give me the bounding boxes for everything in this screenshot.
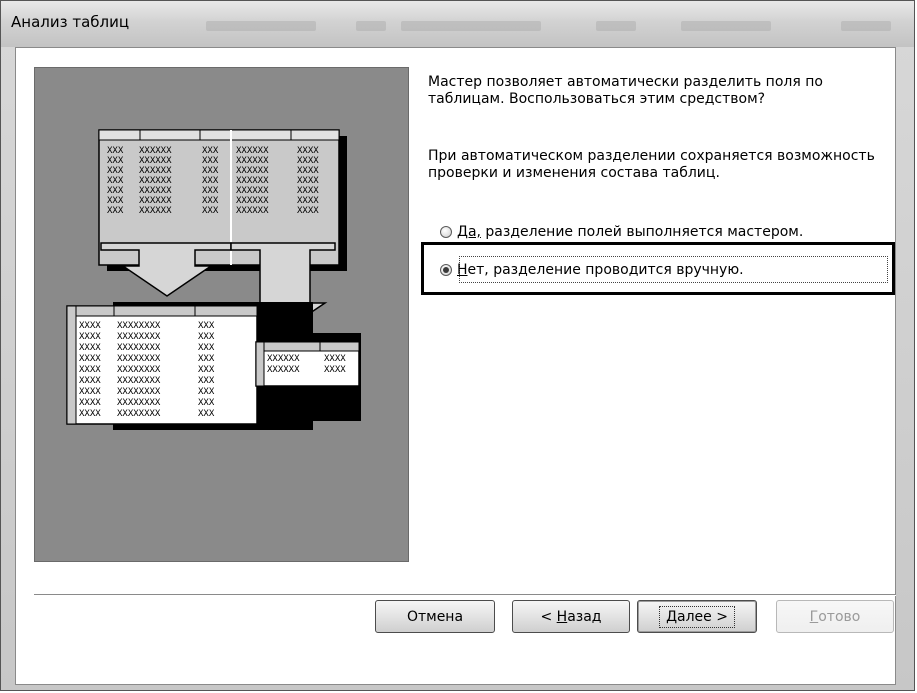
table-cell-text: XXXXXX xyxy=(236,176,269,186)
radio-option-label: Нет, разделение проводится вручную. xyxy=(457,262,744,278)
table-cell-text: XXXX xyxy=(297,206,319,216)
table-cell-text: XXXXXX xyxy=(267,365,300,375)
table-cell-text: XXXXXX xyxy=(139,196,172,206)
table-cell-text: XXX xyxy=(202,196,219,206)
button-separator xyxy=(34,594,896,596)
table-cell-text: XXXX xyxy=(79,354,101,364)
table-cell-text: XXXXXX xyxy=(236,156,269,166)
back-button[interactable]: < Назад xyxy=(512,600,630,633)
table-cell-text: XXXXXX xyxy=(139,186,172,196)
table-cell-text: XXXXXXXX xyxy=(117,387,161,397)
illustration-panel: XXX XXXXXX XXX XXXXXX XXXX XXX XXXXXX XXX XXXXXX… xyxy=(34,67,409,562)
table-cell-text: XXX xyxy=(202,186,219,196)
table-cell-text: XXX xyxy=(107,186,124,196)
table-cell-text: XXXX xyxy=(324,365,346,375)
table-cell-text: XXXX xyxy=(79,387,101,397)
table-cell-text: XXX xyxy=(202,176,219,186)
table-cell-text: XXXX xyxy=(79,398,101,408)
table-cell-text: XXXX xyxy=(79,321,101,331)
table-cell-text: XXX xyxy=(202,206,219,216)
table-cell-text: XXX xyxy=(198,365,215,375)
table-cell-text: XXXX xyxy=(79,409,101,419)
table-cell-text: XXXX xyxy=(79,343,101,353)
title-bar[interactable]: Анализ таблиц xyxy=(1,1,914,47)
table-cell-text: XXXXXX xyxy=(267,354,300,364)
table-cell-text: XXX xyxy=(198,409,215,419)
table-cell-text: XXX xyxy=(198,398,215,408)
table-cell-text: XXX xyxy=(198,354,215,364)
table-cell-text: XXXXXXXX xyxy=(117,376,161,386)
table-cell-text: XXXXXX xyxy=(236,186,269,196)
dialog-client-area: XXX XXXXXX XXX XXXXXX XXXX XXX XXXXXX XXX XXXXXX… xyxy=(15,47,896,685)
title-bar-ghost xyxy=(206,21,316,31)
radio-button-icon[interactable] xyxy=(440,226,452,238)
window-title: Анализ таблиц xyxy=(11,13,130,31)
table-cell-text: XXXX xyxy=(79,365,101,375)
title-bar-ghost xyxy=(356,21,386,31)
table-cell-text: XXX xyxy=(107,166,124,176)
title-bar-ghost xyxy=(401,21,541,31)
table-cell-text: XXXX xyxy=(79,376,101,386)
table-cell-text: XXXXXXXX xyxy=(117,332,161,342)
radio-option-wizard[interactable]: Да, разделение полей выполняется мастеро… xyxy=(440,224,803,240)
table-cell-text: XXX xyxy=(198,321,215,331)
table-cell-text: XXXXXXXX xyxy=(117,354,161,364)
table-cell-text: XXXXXXXX xyxy=(117,398,161,408)
table-cell-text: XXXX xyxy=(297,146,319,156)
table-cell-text: XXXXXX xyxy=(139,176,172,186)
table-cell-text: XXXXXXXX xyxy=(117,321,161,331)
table-cell-text: XXXXXXXX xyxy=(117,343,161,353)
radio-option-label: Да, разделение полей выполняется мастеро… xyxy=(457,224,804,240)
table-cell-text: XXXX xyxy=(297,186,319,196)
table-cell-text: XXXXXXXX xyxy=(117,365,161,375)
next-button[interactable]: Далее > xyxy=(637,600,757,633)
table-cell-text: XXX xyxy=(107,196,124,206)
table-cell-text: XXX xyxy=(198,376,215,386)
description-text-2: При автоматическом разделении сохраняетс… xyxy=(428,148,875,181)
table-cell-text: XXX xyxy=(107,176,124,186)
table-cell-text: XXX xyxy=(202,146,219,156)
table-cell-text: XXXXXX xyxy=(236,206,269,216)
table-cell-text: XXXXXX xyxy=(236,146,269,156)
cancel-button[interactable]: Отмена xyxy=(375,600,495,633)
finish-button: Готово xyxy=(776,600,894,633)
table-cell-text: XXX xyxy=(107,206,124,216)
table-cell-text: XXXXXX xyxy=(236,196,269,206)
title-bar-ghost xyxy=(596,21,636,31)
table-cell-text: XXXX xyxy=(297,166,319,176)
radio-option-manual[interactable]: Нет, разделение проводится вручную. xyxy=(440,262,744,278)
table-cell-text: XXX xyxy=(198,332,215,342)
title-bar-ghost xyxy=(681,21,771,31)
table-cell-text: XXXXXXXX xyxy=(117,409,161,419)
dialog-window: Анализ таблиц XXX XXXXXX XXX XXXXXX XXXX XXX X… xyxy=(0,0,915,691)
table-cell-text: XXX xyxy=(198,387,215,397)
table-cell-text: XXXXXX xyxy=(139,206,172,216)
table-cell-text: XXXX xyxy=(297,156,319,166)
table-cell-text: XXX xyxy=(198,343,215,353)
table-cell-text: XXX xyxy=(107,146,124,156)
table-cell-text: XXXXXX xyxy=(139,166,172,176)
table-cell-text: XXXX xyxy=(297,196,319,206)
table-cell-text: XXXX xyxy=(297,176,319,186)
table-cell-text: XXX xyxy=(202,166,219,176)
table-cell-text: XXXXXX xyxy=(139,156,172,166)
table-cell-text: XXXXXX xyxy=(236,166,269,176)
radio-button-checked-icon[interactable] xyxy=(440,264,452,276)
table-cell-text: XXX xyxy=(202,156,219,166)
table-split-diagram-icon: XXX XXXXXX XXX XXXXXX XXXXXXX XXXXXX XXX XXXXXX… xyxy=(66,129,361,430)
table-cell-text: XXXXXX xyxy=(139,146,172,156)
description-text-1: Мастер позволяет автоматически разделить… xyxy=(428,74,823,107)
table-cell-text: XXXX xyxy=(324,354,346,364)
table-cell-text: XXX xyxy=(107,156,124,166)
table-cell-text: XXXX xyxy=(79,332,101,342)
title-bar-ghost xyxy=(841,21,891,31)
